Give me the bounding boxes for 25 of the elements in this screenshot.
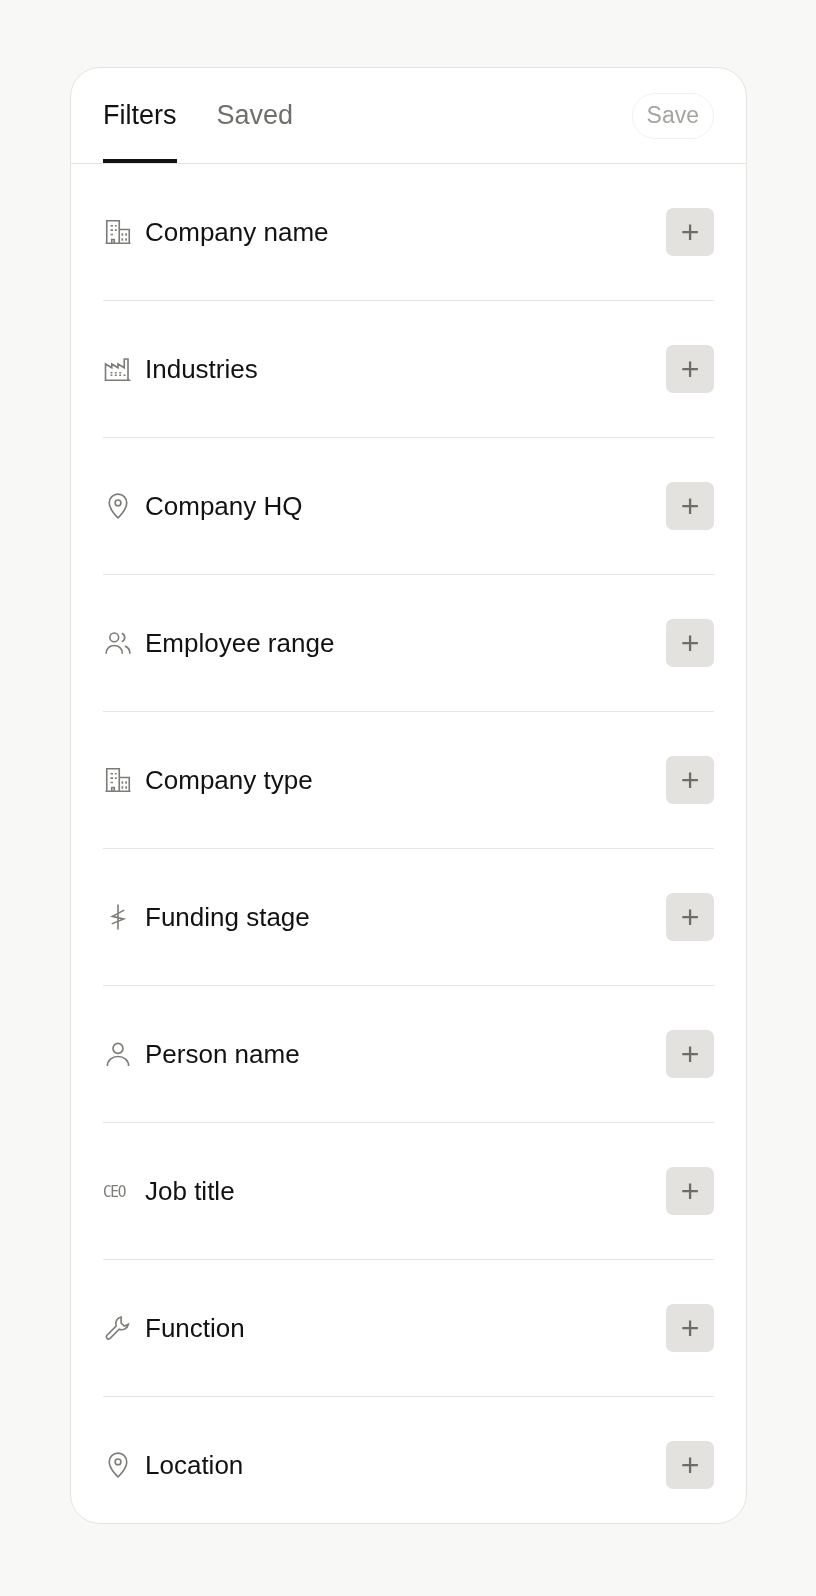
filter-label: Funding stage bbox=[145, 901, 311, 933]
building-icon bbox=[103, 765, 133, 795]
filter-label: Location bbox=[145, 1449, 245, 1481]
add-filter-button[interactable]: + bbox=[666, 208, 714, 256]
add-filter-button[interactable]: + bbox=[666, 1167, 714, 1215]
filter-label: Company HQ bbox=[145, 490, 304, 522]
add-filter-button[interactable]: + bbox=[666, 345, 714, 393]
filter-label: Function bbox=[145, 1312, 246, 1344]
add-filter-button[interactable]: + bbox=[666, 893, 714, 941]
add-filter-button[interactable]: + bbox=[666, 756, 714, 804]
tab[interactable]: Saved bbox=[216, 68, 294, 163]
filter-label: Company name bbox=[145, 216, 330, 248]
add-filter-button[interactable]: + bbox=[666, 482, 714, 530]
filter-label: Industries bbox=[145, 353, 259, 385]
filter-label: Person name bbox=[145, 1038, 301, 1070]
add-filter-button[interactable]: + bbox=[666, 1441, 714, 1489]
add-filter-button[interactable]: + bbox=[666, 1304, 714, 1352]
filter-label: Company type bbox=[145, 764, 314, 796]
tab[interactable]: Filters bbox=[103, 68, 177, 163]
add-filter-button[interactable]: + bbox=[666, 1030, 714, 1078]
job-title-icon: CEO bbox=[103, 1181, 125, 1201]
filter-label: Employee range bbox=[145, 627, 336, 659]
building-icon bbox=[103, 217, 133, 247]
filter-label: Job title bbox=[145, 1175, 236, 1207]
add-filter-button[interactable]: + bbox=[666, 619, 714, 667]
